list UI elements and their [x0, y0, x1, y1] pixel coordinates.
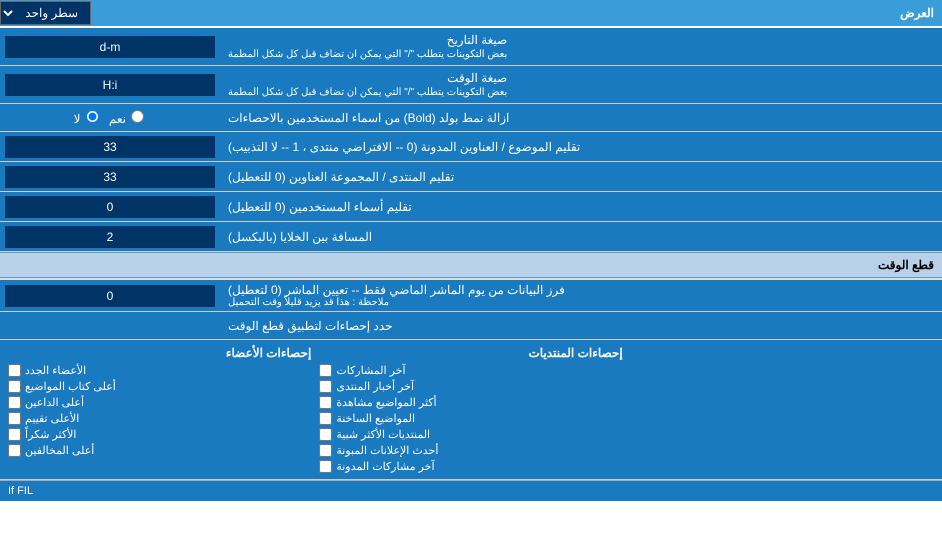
- checkbox-col1-items: الأعضاء الجدد أعلى كتاب المواضيع أعلى ال…: [8, 364, 311, 457]
- checkbox-last-posts-input[interactable]: [319, 364, 332, 377]
- checkbox-most-thanks: الأكثر شكراً: [8, 428, 311, 441]
- checkbox-forum-news: آخر أخبار المنتدى: [319, 380, 622, 393]
- topic-trim-row: تقليم الموضوع / العناوين المدونة (0 -- ا…: [0, 132, 942, 162]
- date-format-input[interactable]: [5, 36, 215, 58]
- bottom-note-text: If FIL: [8, 485, 33, 497]
- main-container: العرض سطر واحد صيغة التاريخ بعض التكوينا…: [0, 0, 942, 501]
- checkbox-hot-topics-input[interactable]: [319, 412, 332, 425]
- checkbox-col2-items: آخر المشاركات آخر أخبار المنتدى أكثر الم…: [319, 364, 622, 473]
- checkbox-top-rated-input[interactable]: [8, 412, 21, 425]
- bold-remove-yes-label: نعم: [109, 110, 146, 126]
- checkbox-top-inviters-input[interactable]: [8, 396, 21, 409]
- bold-remove-yes-radio[interactable]: [131, 110, 144, 123]
- topic-trim-label: تقليم الموضوع / العناوين المدونة (0 -- ا…: [220, 132, 942, 161]
- checkbox-most-thanks-input[interactable]: [8, 428, 21, 441]
- forum-trim-row: تقليم المنتدى / المجموعة العناوين (0 للت…: [0, 162, 942, 192]
- checkbox-latest-announcements: أحدث الإعلانات المبونة: [319, 444, 622, 457]
- bottom-note-row: If FIL: [0, 480, 942, 501]
- user-trim-input-wrapper: [0, 192, 220, 221]
- checkbox-most-viewed-input[interactable]: [319, 396, 332, 409]
- topic-trim-input-wrapper: [0, 132, 220, 161]
- topic-trim-input[interactable]: [5, 136, 215, 158]
- cut-time-input[interactable]: [5, 285, 215, 307]
- checkbox-col1-header: إحصاءات الأعضاء: [8, 346, 311, 360]
- checkbox-forum-news-input[interactable]: [319, 380, 332, 393]
- checkbox-latest-announcements-input[interactable]: [319, 444, 332, 457]
- cell-spacing-label: المسافة بين الخلايا (بالبكسل): [220, 222, 942, 251]
- header-label: العرض: [890, 6, 934, 20]
- date-format-label: صيغة التاريخ بعض التكوينات يتطلب "/" الت…: [220, 28, 942, 65]
- header-row: العرض سطر واحد: [0, 0, 942, 28]
- checkbox-similar-forums: المنتديات الأكثر شبية: [319, 428, 622, 441]
- time-format-input-wrapper: [0, 66, 220, 103]
- checkbox-new-members-input[interactable]: [8, 364, 21, 377]
- cut-time-filter-row: فرز البيانات من يوم الماشر الماضي فقط --…: [0, 280, 942, 312]
- cell-spacing-input[interactable]: [5, 226, 215, 248]
- checkbox-top-inviters: أعلى الداعين: [8, 396, 311, 409]
- checkbox-col-members: إحصاءات الأعضاء الأعضاء الجدد أعلى كتاب …: [4, 346, 315, 473]
- bold-remove-no-label: لا: [74, 110, 101, 126]
- cut-time-input-wrapper: [0, 280, 220, 311]
- checkbox-most-viewed: أكثر المواضيع مشاهدة: [319, 396, 622, 409]
- checkbox-hot-topics: المواضيع الساخنة: [319, 412, 622, 425]
- checkbox-blog-posts-input[interactable]: [319, 460, 332, 473]
- display-select[interactable]: سطر واحد: [0, 1, 91, 25]
- time-format-label: صيغة الوقت بعض التكوينات يتطلب "/" التي …: [220, 66, 942, 103]
- checkbox-top-writers: أعلى كتاب المواضيع: [8, 380, 311, 393]
- cut-time-title: قطع الوقت: [0, 253, 942, 277]
- checkbox-new-members: الأعضاء الجدد: [8, 364, 311, 377]
- time-format-input[interactable]: [5, 74, 215, 96]
- checkbox-blog-posts: آخر مشاركات المدونة: [319, 460, 622, 473]
- checkboxes-section: إحصاءات المنتديات آخر المشاركات آخر أخبا…: [0, 340, 942, 480]
- cell-spacing-row: المسافة بين الخلايا (بالبكسل): [0, 222, 942, 252]
- checkbox-col-empty: [627, 346, 938, 473]
- bold-remove-no-radio[interactable]: [86, 110, 99, 123]
- bold-remove-row: ازالة نمط بولد (Bold) من اسماء المستخدمي…: [0, 104, 942, 132]
- checkbox-top-rated: الأعلى تقييم: [8, 412, 311, 425]
- user-trim-input[interactable]: [5, 196, 215, 218]
- forum-trim-input-wrapper: [0, 162, 220, 191]
- date-format-input-wrapper: [0, 28, 220, 65]
- checkbox-last-posts: آخر المشاركات: [319, 364, 622, 377]
- checkbox-col2-header: إحصاءات المنتديات: [319, 346, 622, 360]
- time-format-row: صيغة الوقت بعض التكوينات يتطلب "/" التي …: [0, 66, 942, 104]
- cut-time-filter-label: فرز البيانات من يوم الماشر الماضي فقط --…: [220, 280, 942, 311]
- limit-stats-row: حدد إحصاءات لتطبيق قطع الوقت: [0, 312, 942, 340]
- checkbox-col-forums: إحصاءات المنتديات آخر المشاركات آخر أخبا…: [315, 346, 626, 473]
- checkbox-similar-forums-input[interactable]: [319, 428, 332, 441]
- bold-remove-input-wrapper: نعم لا: [0, 104, 220, 131]
- forum-trim-label: تقليم المنتدى / المجموعة العناوين (0 للت…: [220, 162, 942, 191]
- checkbox-top-violators-input[interactable]: [8, 444, 21, 457]
- cell-spacing-input-wrapper: [0, 222, 220, 251]
- forum-trim-input[interactable]: [5, 166, 215, 188]
- bold-remove-label: ازالة نمط بولد (Bold) من اسماء المستخدمي…: [220, 104, 942, 131]
- user-trim-row: تقليم أسماء المستخدمين (0 للتعطيل): [0, 192, 942, 222]
- date-format-row: صيغة التاريخ بعض التكوينات يتطلب "/" الت…: [0, 28, 942, 66]
- checkbox-top-writers-input[interactable]: [8, 380, 21, 393]
- checkbox-top-violators: أعلى المخالفين: [8, 444, 311, 457]
- limit-empty: [0, 312, 220, 339]
- user-trim-label: تقليم أسماء المستخدمين (0 للتعطيل): [220, 192, 942, 221]
- cut-time-section: قطع الوقت: [0, 252, 942, 280]
- limit-stats-label: حدد إحصاءات لتطبيق قطع الوقت: [220, 312, 942, 339]
